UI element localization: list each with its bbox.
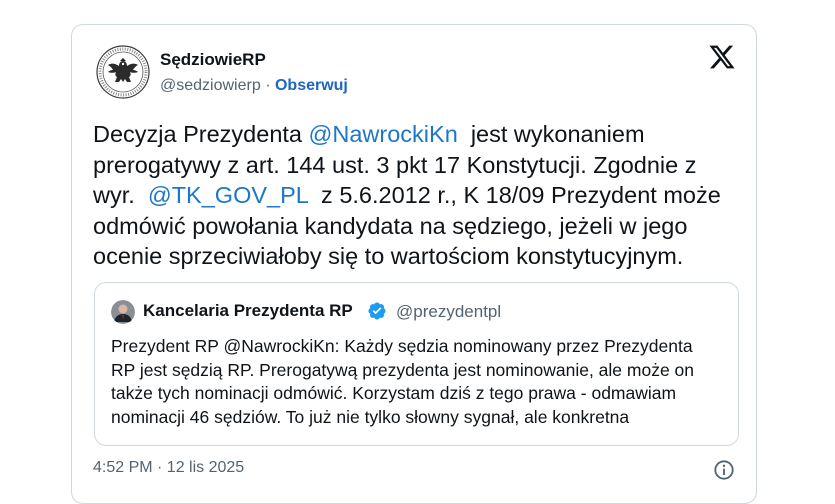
quoted-text-line: Prezydent RP @NawrockiKn: Każdy sędzia n… xyxy=(111,336,693,356)
author-handle-row: @sedziowierp · Obserwuj xyxy=(160,77,348,95)
tweet-line: wyr. @TK_GOV_PL z 5.6.2012 r., K 18/09 P… xyxy=(93,180,743,211)
quoted-text-line: także tych nominacji odmówić. Korzystam … xyxy=(111,383,677,403)
separator-dot: · xyxy=(265,77,271,94)
mention-link[interactable]: @TK_GOV_PL xyxy=(148,182,308,208)
quoted-text-line: RP jest sędzią RP. Prerogatywą prezydent… xyxy=(111,359,695,380)
quoted-author-name: Kancelaria Prezydenta RP xyxy=(143,301,353,320)
tweet-text-segment: prerogatywy z art. 144 ust. 3 pkt 17 Kon… xyxy=(93,151,697,178)
author-name[interactable]: SędziowieRP xyxy=(160,50,266,70)
info-icon[interactable] xyxy=(713,459,735,481)
quoted-text-line: nominacji 46 sędziów. To już nie tylko s… xyxy=(111,406,630,427)
quoted-tweet[interactable]: Kancelaria Prezydenta RP @prezydentpl Pr… xyxy=(94,282,739,446)
x-logo-icon[interactable] xyxy=(708,43,736,71)
tweet-text-segment: ocenie sprzeciwiałoby się to wartościom … xyxy=(93,243,684,269)
tweet-text-segment: wyr. xyxy=(93,182,148,208)
embedded-tweet-card: SędziowieRP @sedziowierp · Obserwuj Decy… xyxy=(71,24,757,504)
author-handle[interactable]: @sedziowierp xyxy=(160,77,261,94)
quoted-tweet-text: Prezydent RP @NawrockiKn: Każdy sędzia n… xyxy=(111,335,736,429)
tweet-text-segment: odmówić powołania kandydata na sędziego,… xyxy=(93,212,688,239)
mention-link[interactable]: @NawrockiKn xyxy=(309,121,458,147)
tweet-text-segment: z 5.6.2012 r., K 18/09 Prezydent może xyxy=(307,182,721,208)
tweet-line: prerogatywy z art. 144 ust. 3 pkt 17 Kon… xyxy=(93,150,743,181)
tweet-line: ocenie sprzeciwiałoby się to wartościom … xyxy=(93,241,743,272)
quoted-author-handle: @prezydentpl xyxy=(396,302,502,321)
tweet-line: odmówić powołania kandydata na sędziego,… xyxy=(93,211,743,242)
avatar[interactable] xyxy=(96,45,150,99)
verified-badge-icon xyxy=(367,301,387,321)
tweet-text-segment: Decyzja Prezydenta xyxy=(93,121,309,147)
tweet-line: Decyzja Prezydenta @NawrockiKn jest wyko… xyxy=(93,119,743,150)
timestamp[interactable]: 4:52 PM · 12 lis 2025 xyxy=(93,459,244,477)
tweet-text: Decyzja Prezydenta @NawrockiKn jest wyko… xyxy=(93,119,743,272)
polish-eagle-seal-icon xyxy=(96,45,150,99)
quoted-avatar xyxy=(111,300,135,324)
tweet-text-segment: jest wykonaniem xyxy=(457,121,645,147)
follow-button[interactable]: Obserwuj xyxy=(275,77,348,94)
